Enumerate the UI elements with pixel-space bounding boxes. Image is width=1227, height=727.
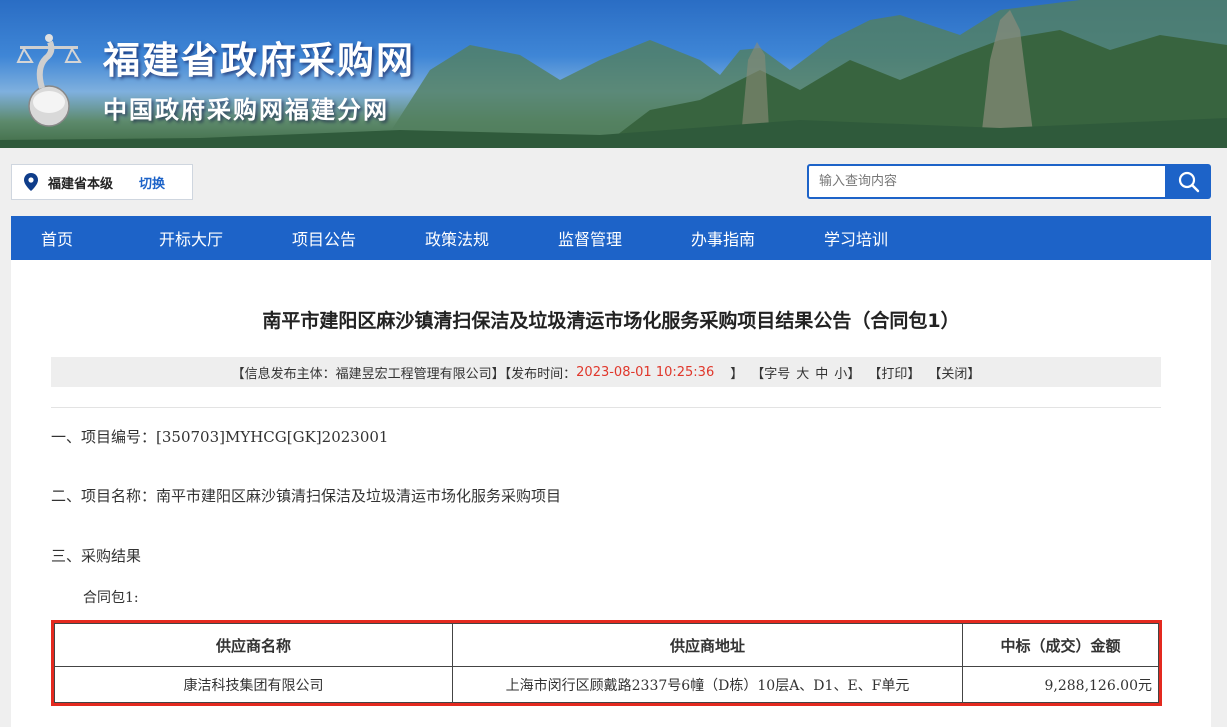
nav-item-guide[interactable]: 办事指南 (691, 226, 824, 250)
print-link[interactable]: 【打印】 (868, 363, 920, 382)
meta-publisher: 【信息发布主体：福建昱宏工程管理有限公司】【发布时间： (231, 366, 577, 382)
header-award-amount: 中标（成交）金额 (962, 623, 1159, 667)
cell-award-amount: 9,288,126.00元 (962, 666, 1159, 703)
cell-supplier-address: 上海市闵行区顾戴路2337号6幢（D栋）10层A、D1、E、F单元 (452, 666, 963, 703)
header-supplier-address: 供应商地址 (452, 623, 963, 667)
table-row: 康洁科技集团有限公司 上海市闵行区顾戴路2337号6幢（D栋）10层A、D1、E… (54, 666, 1159, 703)
nav-item-project-notices[interactable]: 项目公告 (292, 226, 425, 250)
result-table: 供应商名称 供应商地址 中标（成交）金额 康洁科技集团有限公司 上海市闵行区顾戴… (51, 620, 1162, 706)
section-project-name: 二、项目名称：南平市建阳区麻沙镇清扫保洁及垃圾清运市场化服务采购项目 (51, 487, 562, 505)
search-icon (1178, 171, 1199, 192)
site-banner: 福建省政府采购网 中国政府采购网福建分网 (0, 0, 1227, 148)
meta-font-size-end: 】 (847, 366, 861, 382)
main-nav: 首页 开标大厅 项目公告 政策法规 监督管理 办事指南 学习培训 (11, 216, 1211, 260)
location-pin-icon (24, 173, 38, 191)
cell-supplier-name: 康洁科技集团有限公司 (54, 666, 453, 703)
nav-item-training[interactable]: 学习培训 (824, 226, 957, 250)
font-size-medium-link[interactable]: 中 (815, 363, 828, 382)
site-title: 福建省政府采购网 (103, 39, 415, 82)
meta-publish-suffix: 】 (730, 366, 744, 382)
font-size-small-link[interactable]: 小 (834, 363, 847, 382)
table-header-row: 供应商名称 供应商地址 中标（成交）金额 (54, 623, 1159, 667)
nav-item-policies[interactable]: 政策法规 (425, 226, 558, 250)
region-switch-link[interactable]: 切换 (139, 173, 165, 192)
header-supplier-name: 供应商名称 (54, 623, 453, 667)
search-input[interactable] (807, 164, 1167, 199)
region-selector: 福建省本级 切换 (11, 164, 193, 200)
search-button[interactable] (1166, 164, 1211, 199)
font-size-large-link[interactable]: 大 (796, 363, 809, 382)
scales-of-justice-logo-icon (16, 34, 82, 127)
article-title: 南平市建阳区麻沙镇清扫保洁及垃圾清运市场化服务采购项目结果公告（合同包1） (262, 310, 960, 332)
close-link[interactable]: 【关闭】 (928, 363, 980, 382)
nav-item-home[interactable]: 首页 (41, 226, 159, 250)
nav-item-bid-hall[interactable]: 开标大厅 (159, 226, 292, 250)
meta-font-size-label: 【字号 (751, 366, 791, 382)
meta-publish-time: 2023-08-01 10:25:36 (576, 364, 715, 380)
section-procurement-result: 三、采购结果 (51, 547, 142, 565)
site-subtitle: 中国政府采购网福建分网 (103, 96, 389, 124)
contract-package-label: 合同包1: (83, 590, 139, 606)
region-name: 福建省本级 (48, 176, 114, 192)
nav-item-supervision[interactable]: 监督管理 (558, 226, 691, 250)
article-meta-bar: 【信息发布主体：福建昱宏工程管理有限公司】【发布时间： 2023-08-01 1… (51, 357, 1161, 387)
section-project-number: 一、项目编号：[350703]MYHCG[GK]2023001 (51, 428, 389, 446)
article-panel: 南平市建阳区麻沙镇清扫保洁及垃圾清运市场化服务采购项目结果公告（合同包1） 【信… (11, 260, 1211, 727)
meta-divider (51, 407, 1161, 408)
